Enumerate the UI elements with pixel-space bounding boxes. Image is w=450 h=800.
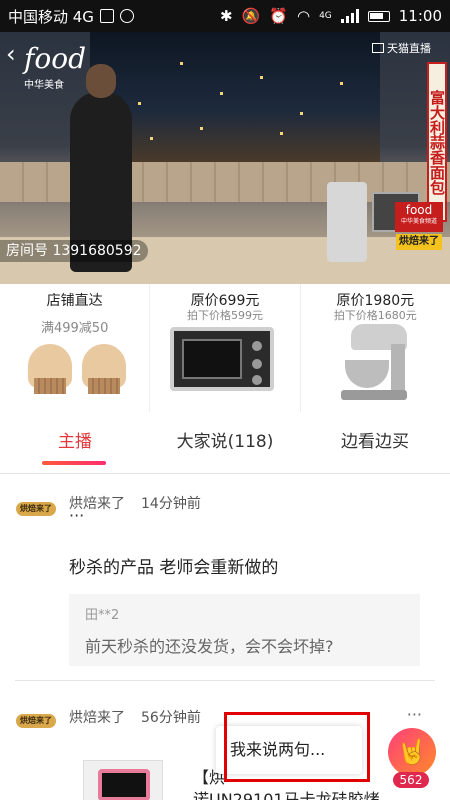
more-options-icon[interactable]: ··· — [407, 705, 422, 724]
platform-label: 天猫直播 — [372, 40, 431, 56]
product-store[interactable]: 店铺直达 满499减50 — [0, 284, 151, 412]
oven-image — [170, 327, 275, 391]
product-subtitle: 满499减50 — [40, 321, 109, 336]
cupcake-image — [28, 344, 72, 394]
signal-icon — [340, 9, 359, 23]
post-author: 烘焙来了 — [69, 710, 125, 726]
cupcake-image — [82, 344, 126, 394]
avatar: 烘焙来了 — [16, 714, 56, 728]
alarm-icon: ⏰ — [269, 7, 288, 25]
product-card-subtitle: 诺UN29101马卡龙硅胶烤... — [193, 790, 395, 800]
product-strip: 店铺直达 满499减50 原价699元 拍下价格599元 原价1980元 拍下价… — [0, 284, 450, 412]
rock-hand-icon: 🤘 — [397, 738, 427, 766]
channel-logo-sub: 中华美食 — [24, 80, 64, 91]
post-time: 14分钟前 — [141, 496, 201, 512]
clock: 11:00 — [398, 7, 442, 25]
post-text: 秒杀的产品 老师会重新做的 — [69, 558, 279, 578]
tab-comments[interactable]: 大家说(118) — [150, 412, 300, 473]
mixer-image — [340, 324, 411, 404]
quoted-text: 前天秒杀的还没发货，会不会坏掉? — [85, 637, 334, 656]
live-play-icon — [372, 43, 384, 53]
notification-icon — [119, 9, 134, 23]
room-number: 房间号 1391680592 — [0, 240, 148, 262]
blender-appliance — [327, 182, 367, 262]
product-mixer[interactable]: 原价1980元 拍下价格1680元 — [301, 284, 450, 412]
product-oven[interactable]: 原价699元 拍下价格599元 — [150, 284, 301, 412]
mute-icon: 🔕 — [241, 7, 261, 25]
product-subtitle: 拍下价格1680元 — [333, 309, 417, 322]
tab-bar: 主播 大家说(118) 边看边买 — [0, 412, 450, 474]
side-banner: 富大利蒜香面包 — [427, 62, 447, 222]
wifi-icon: ◠ — [296, 7, 311, 25]
tab-host[interactable]: 主播 — [0, 412, 150, 473]
quoted-user: 田**2 — [85, 608, 120, 623]
city-backdrop — [90, 32, 380, 162]
back-icon[interactable]: ‹ — [6, 40, 16, 68]
carrier-label: 中国移动 4G — [8, 7, 94, 26]
like-button[interactable]: 🤘 — [388, 728, 436, 776]
status-bar: 中国移动 4G ✱ 🔕 ⏰ ◠ 4G 11:00 — [0, 0, 450, 32]
product-title: 店铺直达 — [46, 293, 103, 309]
channel-logo: food — [24, 42, 87, 75]
avatar: 烘焙来了 — [16, 502, 56, 516]
product-thumbnail — [83, 760, 163, 800]
gallery-icon — [99, 9, 114, 23]
food-channel-badge: food 中华美食频道 — [395, 202, 443, 232]
live-video[interactable]: ‹ food 中华美食 天猫直播 富大利蒜香面包 food 中华美食频道 烘焙来了… — [0, 32, 450, 284]
quoted-comment: 田**2 前天秒杀的还没发货，会不会坏掉? — [69, 594, 420, 666]
like-count: 562 — [393, 772, 429, 788]
hongbei-badge: 烘焙来了 — [396, 234, 442, 250]
product-subtitle: 拍下价格599元 — [186, 309, 263, 322]
feed-post: 烘焙来了 烘焙来了 14分钟前 ··· 秒杀的产品 老师会重新做的 田**2 前… — [0, 474, 450, 666]
post-time: 56分钟前 — [141, 710, 201, 726]
bluetooth-icon: ✱ — [220, 7, 233, 25]
battery-icon — [367, 10, 390, 22]
tab-shop[interactable]: 边看边买 — [300, 412, 450, 473]
more-options-icon[interactable]: ··· — [69, 506, 84, 525]
highlight-box — [224, 712, 370, 782]
network-badge: 4G — [319, 11, 332, 21]
